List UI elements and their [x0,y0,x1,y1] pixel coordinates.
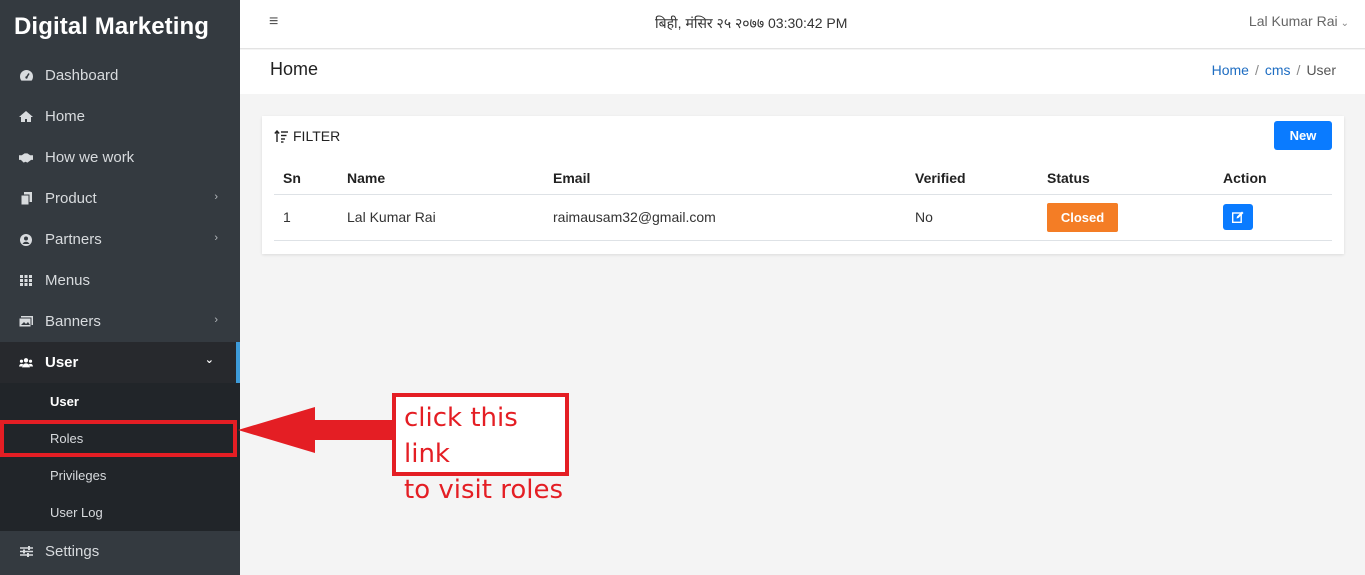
users-card: FILTER New Sn Name Email Verified Status… [262,116,1344,254]
filter-toggle[interactable]: FILTER [274,128,340,144]
breadcrumb-separator: / [1254,62,1259,78]
sidebar-item-label: How we work [45,149,135,166]
column-header-email[interactable]: Email [544,162,906,195]
edit-button[interactable] [1223,204,1253,230]
submenu-item-privileges[interactable]: Privileges [0,457,240,494]
users-icon [19,356,33,370]
user-submenu: User Roles Privileges User Log [0,383,240,531]
sliders-icon [19,545,33,559]
grid-icon [19,274,33,288]
filter-label: FILTER [293,128,341,144]
chevron-right-icon: › [214,314,218,326]
copy-icon [19,192,33,206]
cell-sn: 1 [274,194,338,241]
sidebar-item-user[interactable]: User ⌄ [0,342,240,383]
sidebar-item-label: Banners [45,313,101,330]
chevron-down-icon: ⌄ [1340,18,1349,29]
username-label: Lal Kumar Rai [1248,13,1338,29]
submenu-item-user-log[interactable]: User Log [0,494,240,531]
table-row: 1 Lal Kumar Rai raimausam32@gmail.com No… [274,194,1332,241]
cell-name: Lal Kumar Rai [338,194,544,241]
chevron-right-icon: › [214,232,218,244]
images-icon [19,315,33,329]
hamburger-menu-icon[interactable]: ≡ [269,13,278,31]
cell-action [1214,194,1332,241]
breadcrumb-current: User [1306,62,1336,78]
sidebar-item-dashboard[interactable]: Dashboard [0,55,240,96]
page-header: Home Home / cms / User [240,50,1365,94]
sidebar-item-label: Product [45,190,97,207]
top-navbar: ≡ बिही, मंसिर २५ २०७७ 03:30:42 PM Lal Ku… [240,0,1365,49]
chevron-right-icon: › [214,191,218,203]
sidebar-item-label: Dashboard [45,67,119,84]
edit-icon [1232,211,1244,223]
dashboard-icon [19,69,33,83]
annotation-arrow [238,407,394,453]
sidebar-item-label: User [45,354,79,371]
page-title: Home [270,59,319,79]
column-header-status[interactable]: Status [1038,162,1214,195]
sidebar-item-banners[interactable]: Banners › [0,301,240,342]
sort-filter-icon [274,129,289,143]
submenu-item-user[interactable]: User [0,383,240,420]
submenu-item-roles[interactable]: Roles [0,420,237,457]
column-header-sn[interactable]: Sn [274,162,338,195]
breadcrumb-cms-link[interactable]: cms [1265,62,1291,78]
sidebar-item-partners[interactable]: Partners › [0,219,240,260]
annotation-callout: click this link to visit roles [392,393,569,505]
column-header-action: Action [1214,162,1332,195]
brand-title[interactable]: Digital Marketing [0,0,240,55]
cell-status: Closed [1038,194,1214,241]
breadcrumb: Home / cms / User [1212,62,1336,78]
annotation-line-2: to visit roles [404,475,563,505]
user-circle-icon [19,233,33,247]
annotation-line-1: click this link [404,403,518,469]
handshake-icon [19,151,33,165]
chevron-down-icon: ⌄ [204,354,214,366]
sidebar: Digital Marketing Dashboard Home How we … [0,0,240,575]
cell-verified: No [906,194,1038,241]
table-header-row: Sn Name Email Verified Status Action [274,162,1332,195]
sidebar-item-label: Settings [45,543,100,560]
new-user-button[interactable]: New [1274,121,1332,150]
status-badge[interactable]: Closed [1047,202,1118,232]
sidebar-item-menus[interactable]: Menus [0,260,240,301]
users-table: Sn Name Email Verified Status Action 1 L… [274,162,1332,241]
sidebar-item-how-we-work[interactable]: How we work [0,137,240,178]
sidebar-item-label: Partners [45,231,102,248]
breadcrumb-home-link[interactable]: Home [1212,62,1249,78]
column-header-verified[interactable]: Verified [906,162,1038,195]
sidebar-item-settings[interactable]: Settings [0,531,240,572]
sidebar-item-label: Menus [45,272,91,289]
nepali-datetime: बिही, मंसिर २५ २०७७ 03:30:42 PM [655,15,848,31]
user-menu[interactable]: Lal Kumar Rai ⌄ [1249,13,1349,29]
cell-email: raimausam32@gmail.com [544,194,906,241]
breadcrumb-separator: / [1296,62,1301,78]
home-icon [19,110,33,124]
column-header-name[interactable]: Name [338,162,544,195]
sidebar-item-home[interactable]: Home [0,96,240,137]
sidebar-item-product[interactable]: Product › [0,178,240,219]
sidebar-item-label: Home [45,108,86,125]
